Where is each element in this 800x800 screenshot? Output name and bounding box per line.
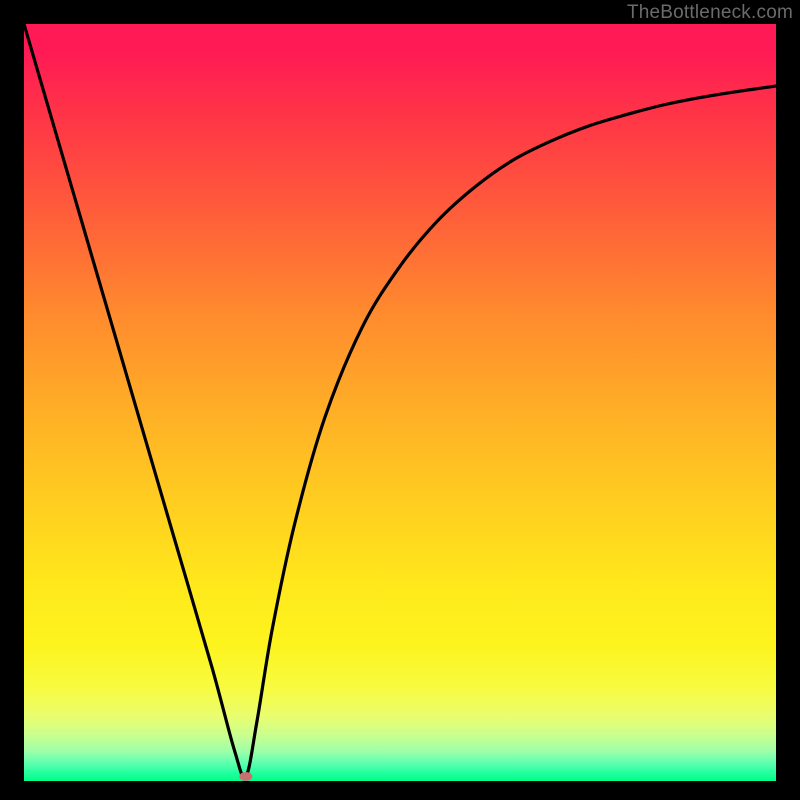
minimum-marker-icon: [239, 772, 252, 781]
curve-layer: [24, 24, 776, 781]
watermark-label: TheBottleneck.com: [627, 2, 793, 24]
chart-frame: TheBottleneck.com: [0, 0, 800, 800]
plot-area: [24, 24, 776, 781]
bottleneck-curve: [24, 24, 776, 778]
